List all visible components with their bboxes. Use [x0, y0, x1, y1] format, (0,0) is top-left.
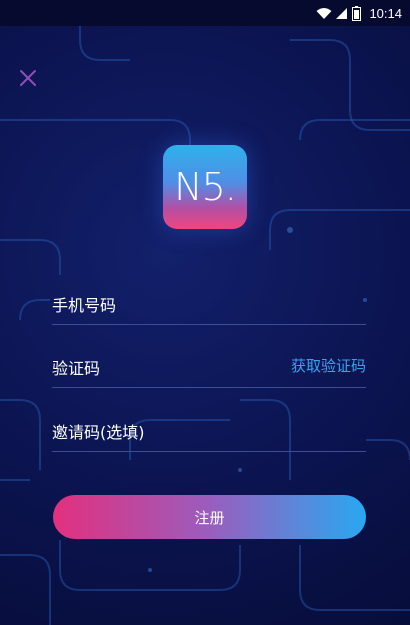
register-screen: 10:14 N5. 手机号码 验证码 获取验证码 邀请码(选填) 注册 — [0, 0, 410, 625]
signal-icon — [336, 7, 348, 20]
close-icon — [20, 70, 36, 86]
invite-code-label: 邀请码(选填) — [52, 423, 145, 442]
phone-label: 手机号码 — [52, 296, 117, 315]
app-logo: N5. — [163, 145, 247, 229]
battery-icon — [352, 5, 362, 21]
status-bar: 10:14 — [0, 0, 410, 26]
status-icons: 10:14 — [316, 4, 402, 22]
register-button[interactable]: 注册 — [53, 495, 366, 539]
phone-field[interactable]: 手机号码 — [52, 284, 366, 325]
status-time: 10:14 — [369, 5, 402, 21]
close-button[interactable] — [14, 64, 42, 92]
verification-code-field[interactable]: 验证码 获取验证码 — [52, 347, 366, 388]
logo-text: N5. — [174, 165, 237, 209]
invite-code-field[interactable]: 邀请码(选填) — [52, 411, 366, 452]
get-code-button[interactable]: 获取验证码 — [291, 355, 366, 376]
wifi-icon — [316, 7, 332, 20]
verification-code-label: 验证码 — [52, 359, 101, 378]
